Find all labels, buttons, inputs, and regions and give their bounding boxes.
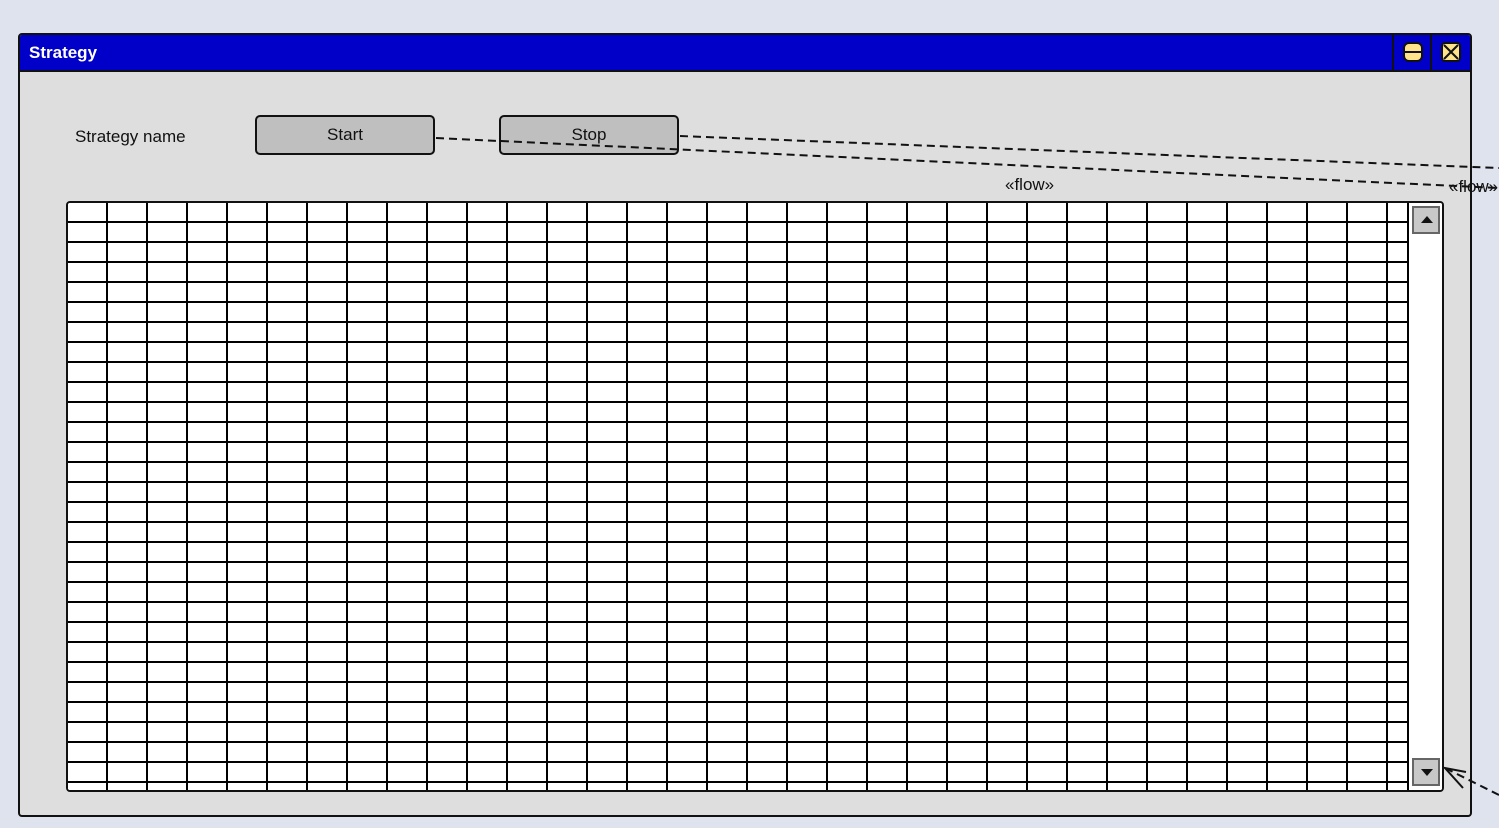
scroll-up-button[interactable] — [1412, 206, 1440, 234]
flow-label-2: «flow» — [1449, 177, 1499, 196]
data-grid[interactable] — [68, 203, 1409, 790]
title-bar[interactable]: Strategy — [20, 35, 1470, 72]
arrow-down-icon — [1421, 769, 1433, 776]
close-button[interactable] — [1430, 35, 1470, 70]
flow-label-1: «flow» — [1005, 175, 1055, 194]
strategy-name-label: Strategy name — [75, 127, 186, 146]
scroll-down-button[interactable] — [1412, 758, 1440, 786]
minimize-button[interactable] — [1392, 35, 1432, 70]
vertical-scrollbar[interactable] — [1409, 203, 1442, 790]
strategy-window: Strategy Strategy name Start Stop — [18, 33, 1472, 817]
data-grid-panel — [66, 201, 1444, 792]
window-title: Strategy — [29, 43, 98, 62]
close-icon — [1441, 42, 1461, 62]
arrow-up-icon — [1421, 216, 1433, 223]
stop-button[interactable]: Stop — [499, 115, 679, 155]
minimize-icon — [1403, 42, 1423, 62]
start-button[interactable]: Start — [255, 115, 435, 155]
